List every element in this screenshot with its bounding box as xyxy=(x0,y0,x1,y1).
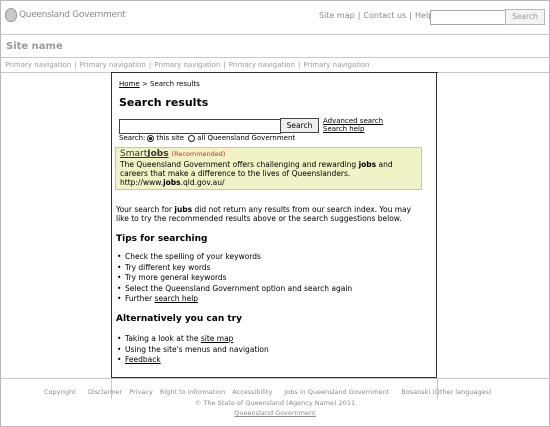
scope-all-qg-label[interactable]: all Queensland Government xyxy=(197,134,295,142)
alternatives-heading: Alternatively you can try xyxy=(116,314,242,324)
separator: | xyxy=(357,11,361,20)
search-input[interactable] xyxy=(119,119,281,134)
site-name[interactable]: Site name xyxy=(6,41,63,52)
footer-gov: Queensland Government xyxy=(0,409,550,417)
recommended-tag: (Recommended) xyxy=(171,150,226,158)
breadcrumb: Home > Search results xyxy=(119,80,200,88)
list-item: Select the Queensland Government option … xyxy=(116,284,352,295)
list-item: Taking a look at the site map xyxy=(116,334,269,345)
tips-heading: Tips for searching xyxy=(116,234,208,244)
header-search-button[interactable]: Search xyxy=(505,9,545,25)
utility-nav: Site map|Contact us|Help| xyxy=(319,11,442,20)
site-name-band: Site name xyxy=(1,35,549,58)
header-search-input[interactable] xyxy=(430,10,506,25)
smartjobs-link[interactable]: SmartJobs xyxy=(120,149,169,159)
recommended-result: SmartJobs (Recommended) The Queensland Go… xyxy=(115,147,422,190)
search-scope: Search: this site all Queensland Governm… xyxy=(119,134,295,142)
list-item: Try more general keywords xyxy=(116,273,352,284)
footer-gov-link[interactable]: Queensland Government xyxy=(234,409,315,417)
alt-site-map-link[interactable]: site map xyxy=(201,334,234,343)
footer-link-accessibility[interactable]: Accessibility xyxy=(232,388,272,396)
coat-of-arms-icon xyxy=(5,8,17,22)
search-links: Advanced search Search help xyxy=(323,117,383,133)
primary-nav-item[interactable]: Primary navigation xyxy=(303,61,369,69)
footer-link-jobs[interactable]: Jobs in Queensland Government xyxy=(284,388,389,396)
footer-link-disclaimer[interactable]: Disclaimer xyxy=(88,388,122,396)
feedback-link[interactable]: Feedback xyxy=(125,355,161,364)
breadcrumb-home-link[interactable]: Home xyxy=(119,80,140,88)
breadcrumb-current: Search results xyxy=(150,80,200,88)
primary-nav-item[interactable]: Primary navigation xyxy=(5,61,71,69)
advanced-search-link[interactable]: Advanced search xyxy=(323,117,383,125)
contact-us-link[interactable]: Contact us xyxy=(363,11,406,20)
primary-nav-item[interactable]: Primary navigation xyxy=(80,61,146,69)
list-item: Try different key words xyxy=(116,263,352,274)
scope-this-site-radio[interactable] xyxy=(147,134,155,142)
footer-copyright: © The State of Queensland (Agency Name) … xyxy=(194,399,356,407)
scope-all-qg-radio[interactable] xyxy=(188,134,196,142)
separator: | xyxy=(409,11,412,20)
list-item: Check the spelling of your keywords xyxy=(116,252,352,263)
no-results-message: Your search for jubs did not return any … xyxy=(116,205,412,223)
further-search-help-link[interactable]: search help xyxy=(155,294,199,303)
logo-text: Queensland Government xyxy=(19,10,126,20)
page-title: Search results xyxy=(119,96,209,109)
alternatives-list: Taking a look at the site map Using the … xyxy=(116,334,269,366)
main-content xyxy=(111,72,437,378)
primary-nav-item[interactable]: Primary navigation xyxy=(154,61,220,69)
footer-link-rti[interactable]: Right to information xyxy=(160,388,225,396)
footer-link-privacy[interactable]: Privacy xyxy=(129,388,153,396)
footer-link-languages[interactable]: Bosanski (Other languages) xyxy=(401,388,491,396)
recommended-description: The Queensland Government offers challen… xyxy=(120,160,393,178)
scope-label: Search: xyxy=(119,134,146,142)
recommended-url: http://www.jobs.qld.gov.au/ xyxy=(120,178,225,187)
recommended-title: SmartJobs (Recommended) xyxy=(120,150,417,159)
search-help-link[interactable]: Search help xyxy=(323,125,383,133)
list-item: Feedback xyxy=(116,355,269,366)
scope-this-site-label[interactable]: this site xyxy=(156,134,184,142)
primary-nav-item[interactable]: Primary navigation xyxy=(229,61,295,69)
list-item: Further search help xyxy=(116,294,352,305)
search-button[interactable]: Search xyxy=(280,118,319,133)
footer-link-copyright[interactable]: Copyright xyxy=(44,388,76,396)
list-item: Using the site's menus and navigation xyxy=(116,345,269,356)
breadcrumb-separator: > xyxy=(141,80,148,88)
primary-nav: Primary navigation | Primary navigation | Pr… xyxy=(5,61,370,69)
footer-links: Copyright Disclaimer Privacy Right to in… xyxy=(44,388,497,396)
site-map-link[interactable]: Site map xyxy=(319,11,355,20)
qld-gov-logo[interactable]: Queensland Government xyxy=(5,8,126,22)
tips-list: Check the spelling of your keywords Try … xyxy=(116,252,352,305)
